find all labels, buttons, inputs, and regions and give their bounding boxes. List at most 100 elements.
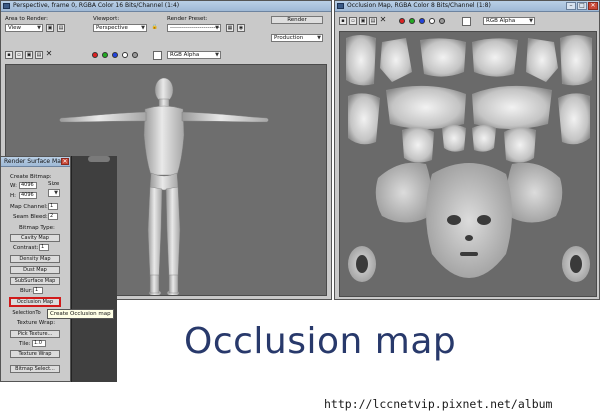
clear-icon[interactable]: ✕ xyxy=(45,50,53,59)
chevron-down-icon: ▼ xyxy=(37,25,41,31)
dust-map-button[interactable]: Dust Map xyxy=(10,266,60,274)
bitmap-select-button[interactable]: Bitmap Select... xyxy=(10,365,60,373)
width-label: W: xyxy=(10,183,17,189)
print-icon[interactable]: ▤ xyxy=(35,51,43,59)
app-icon xyxy=(3,3,10,9)
channel-value: RGB Alpha xyxy=(486,18,516,24)
clone-window-icon[interactable]: ▣ xyxy=(25,51,33,59)
area-to-render-label: Area to Render: xyxy=(5,16,49,22)
minimize-icon[interactable]: – xyxy=(566,2,576,10)
create-bitmap-label: Create Bitmap: xyxy=(10,174,52,180)
occlusion-window: Occlusion Map, RGBA Color 8 Bits/Channel… xyxy=(334,0,600,300)
panel-titlebar[interactable]: Render Surface Map ✕ xyxy=(1,157,70,167)
channel-value: RGB Alpha xyxy=(170,52,200,58)
pick-texture-button[interactable]: Pick Texture... xyxy=(10,330,60,338)
tile-label: Tile: xyxy=(19,341,31,347)
monochrome-icon[interactable] xyxy=(132,52,138,58)
blue-channel-icon[interactable] xyxy=(419,18,425,24)
occlusion-map-button[interactable]: Occlusion Map xyxy=(9,297,61,307)
bitmap-type-label: Bitmap Type: xyxy=(19,225,55,231)
copy-image-icon[interactable]: ▫ xyxy=(349,17,357,25)
map-channel-label: Map Channel: xyxy=(10,204,48,210)
area-to-render-value: View xyxy=(8,25,22,31)
contrast-label: Contrast: xyxy=(13,245,39,251)
subsurface-map-button[interactable]: SubSurface Map xyxy=(10,277,60,285)
blur-field[interactable]: 1 xyxy=(33,287,43,294)
viewport-label: Viewport: xyxy=(93,16,120,22)
tile-field[interactable]: 1.0 xyxy=(32,340,46,347)
rollout-thumbnail xyxy=(88,156,110,162)
alpha-channel-icon[interactable] xyxy=(122,52,128,58)
selection-to-button[interactable]: SelectionTo xyxy=(10,309,43,317)
render-window-titlebar[interactable]: Perspective, frame 0, RGBA Color 16 Bits… xyxy=(1,1,331,12)
close-icon[interactable]: ✕ xyxy=(588,2,598,10)
environment-icon[interactable]: ◉ xyxy=(237,24,245,32)
green-channel-icon[interactable] xyxy=(102,52,108,58)
tooltip: Create Occlusion map xyxy=(47,309,114,319)
render-surface-map-panel: Render Surface Map ✕ Create Bitmap: W: 4… xyxy=(0,156,71,382)
monochrome-icon[interactable] xyxy=(439,18,445,24)
channel-dropdown[interactable]: RGB Alpha ▼ xyxy=(167,51,221,59)
watermark-url: http://lccnetvip.pixnet.net/album xyxy=(324,397,553,411)
command-panel-strip xyxy=(71,156,117,382)
width-field[interactable]: 4096 xyxy=(19,182,37,189)
height-label: H: xyxy=(10,193,16,199)
chevron-down-icon: ▼ xyxy=(317,35,321,41)
blue-channel-icon[interactable] xyxy=(112,52,118,58)
occlusion-window-titlebar[interactable]: Occlusion Map, RGBA Color 8 Bits/Channel… xyxy=(335,1,599,12)
edit-region-icon[interactable]: ▣ xyxy=(46,24,54,32)
red-channel-icon[interactable] xyxy=(399,18,405,24)
chevron-down-icon: ▼ xyxy=(529,18,533,24)
overlay-caption: Occlusion map xyxy=(184,321,457,362)
area-to-render-dropdown[interactable]: View ▼ xyxy=(5,24,43,32)
app-icon xyxy=(337,3,344,9)
red-channel-icon[interactable] xyxy=(92,52,98,58)
render-preset-dropdown[interactable]: ------------------------- ▼ xyxy=(167,24,221,32)
chevron-down-icon: ▼ xyxy=(215,25,219,31)
render-preset-label: Render Preset: xyxy=(167,16,208,22)
render-setup-icon[interactable]: ▦ xyxy=(226,24,234,32)
texture-wrap-label: Texture Wrap: xyxy=(17,320,56,326)
texture-wrap-button[interactable]: Texture Wrap xyxy=(10,350,60,358)
clone-window-icon[interactable]: ▣ xyxy=(359,17,367,25)
uv-occlusion-islands xyxy=(346,35,592,282)
green-channel-icon[interactable] xyxy=(409,18,415,24)
channel-dropdown[interactable]: RGB Alpha ▼ xyxy=(483,17,535,25)
chevron-down-icon: ▼ xyxy=(141,25,145,31)
cavity-map-button[interactable]: Cavity Map xyxy=(10,234,60,242)
render-button-label: Render xyxy=(287,17,307,23)
size-label: Size xyxy=(48,181,60,187)
lock-icon[interactable]: 🔒 xyxy=(151,24,159,32)
save-image-icon[interactable]: ▪ xyxy=(5,51,13,59)
save-image-icon[interactable]: ▪ xyxy=(339,17,347,25)
production-dropdown[interactable]: Production ▼ xyxy=(271,34,323,42)
map-channel-field[interactable]: 1 xyxy=(48,203,58,210)
maximize-icon[interactable]: □ xyxy=(577,2,587,10)
render-preset-value: ------------------------- xyxy=(170,25,220,31)
chevron-down-icon: ▼ xyxy=(54,190,58,196)
height-field[interactable]: 4096 xyxy=(19,192,37,199)
viewport-value: Perspective xyxy=(96,25,128,31)
occlusion-window-title: Occlusion Map, RGBA Color 8 Bits/Channel… xyxy=(347,2,491,9)
density-map-button[interactable]: Density Map xyxy=(10,255,60,263)
size-dropdown[interactable]: ▼ xyxy=(48,189,60,197)
print-icon[interactable]: ▤ xyxy=(369,17,377,25)
viewport-dropdown[interactable]: Perspective ▼ xyxy=(93,24,147,32)
seam-bleed-label: Seam Bleed: xyxy=(13,214,48,220)
auto-region-icon[interactable]: ▤ xyxy=(57,24,65,32)
contrast-field[interactable]: 1 xyxy=(39,244,49,251)
alpha-channel-icon[interactable] xyxy=(429,18,435,24)
color-swatch[interactable] xyxy=(462,17,471,26)
occlusion-map-image xyxy=(339,31,597,297)
panel-title: Render Surface Map xyxy=(4,158,65,165)
render-window-title: Perspective, frame 0, RGBA Color 16 Bits… xyxy=(13,2,180,9)
color-swatch[interactable] xyxy=(153,51,162,60)
chevron-down-icon: ▼ xyxy=(215,52,219,58)
copy-image-icon[interactable]: ▫ xyxy=(15,51,23,59)
close-icon[interactable]: ✕ xyxy=(61,158,69,165)
render-button[interactable]: Render xyxy=(271,16,323,24)
seam-bleed-field[interactable]: 2 xyxy=(48,213,58,220)
clear-icon[interactable]: ✕ xyxy=(379,16,387,25)
production-value: Production xyxy=(274,35,304,41)
blur-label: Blur: xyxy=(20,288,33,294)
